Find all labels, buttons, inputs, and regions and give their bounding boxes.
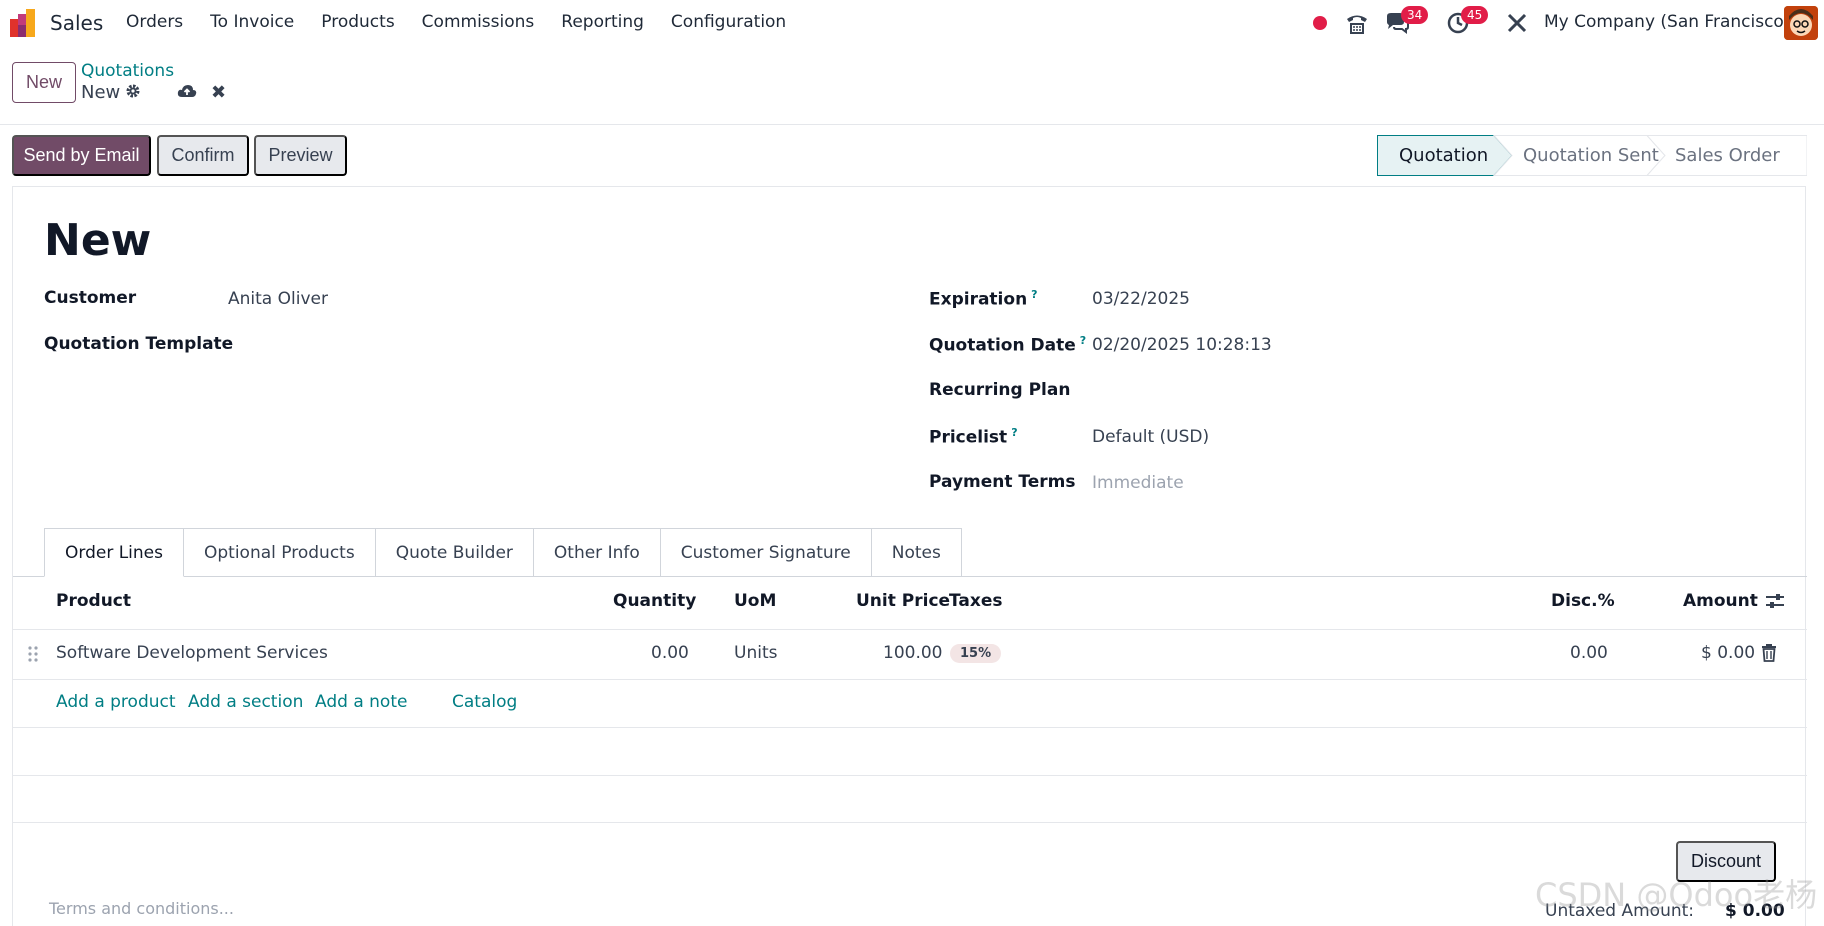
tab-other-info[interactable]: Other Info <box>533 528 661 577</box>
recording-dot-icon[interactable] <box>1312 10 1328 36</box>
menu-reporting[interactable]: Reporting <box>561 12 644 32</box>
tab-order-lines[interactable]: Order Lines <box>44 528 184 577</box>
trash-icon[interactable] <box>1761 644 1777 667</box>
tab-quote-builder[interactable]: Quote Builder <box>375 528 534 577</box>
record-title: New <box>44 215 152 266</box>
phone-icon[interactable] <box>1345 10 1369 36</box>
empty-row <box>13 775 1807 823</box>
add-product-link[interactable]: Add a product <box>56 692 176 712</box>
expiration-field[interactable]: 03/22/2025 <box>1092 289 1190 309</box>
empty-row <box>13 727 1807 775</box>
customer-field[interactable]: Anita Oliver <box>228 289 328 309</box>
activities-clock-icon[interactable]: 45 <box>1447 6 1489 36</box>
messages-badge: 34 <box>1401 6 1429 24</box>
catalog-link[interactable]: Catalog <box>452 692 517 712</box>
menu-commissions[interactable]: Commissions <box>422 12 535 32</box>
pricelist-field[interactable]: Default (USD) <box>1092 427 1209 447</box>
column-product[interactable]: Product <box>56 591 131 611</box>
add-line-row: Add a product Add a section Add a note C… <box>13 679 1807 727</box>
send-by-email-button[interactable]: Send by Email <box>12 135 151 176</box>
main-menu: Orders To Invoice Products Commissions R… <box>126 12 813 32</box>
column-unit-price[interactable]: Unit Price <box>856 591 950 611</box>
form-sheet: New Customer Anita Oliver Quotation Temp… <box>12 186 1807 926</box>
breadcrumb-current: New <box>81 82 121 103</box>
tab-customer-signature[interactable]: Customer Signature <box>660 528 872 577</box>
table-row[interactable]: Software Development Services 0.00 Units… <box>13 629 1807 679</box>
top-navbar: Sales Orders To Invoice Products Commiss… <box>0 0 1824 45</box>
menu-orders[interactable]: Orders <box>126 12 183 32</box>
menu-products[interactable]: Products <box>321 12 394 32</box>
line-product[interactable]: Software Development Services <box>56 643 328 663</box>
payment-terms-field[interactable]: Immediate <box>1092 473 1184 493</box>
column-quantity[interactable]: Quantity <box>613 591 696 611</box>
line-uom[interactable]: Units <box>734 643 777 663</box>
company-switcher[interactable]: My Company (San Francisco) <box>1544 12 1790 32</box>
add-note-link[interactable]: Add a note <box>315 692 407 712</box>
column-disc[interactable]: Disc.% <box>1551 591 1615 611</box>
customer-label: Customer <box>44 288 137 308</box>
activities-badge: 45 <box>1461 6 1489 24</box>
pricelist-label: Pricelist? <box>929 426 1018 448</box>
recurring-plan-field[interactable] <box>1092 380 1492 402</box>
menu-to-invoice[interactable]: To Invoice <box>210 12 294 32</box>
breadcrumb-quotations[interactable]: Quotations <box>81 61 174 81</box>
optional-columns-icon[interactable] <box>1765 592 1785 615</box>
preview-button[interactable]: Preview <box>254 135 347 176</box>
help-icon[interactable]: ? <box>1080 334 1086 347</box>
app-name[interactable]: Sales <box>50 11 103 35</box>
notebook-tabs: Order Lines Optional Products Quote Buil… <box>44 528 962 577</box>
line-disc[interactable]: 0.00 <box>1570 643 1608 663</box>
status-bar: Send by Email Confirm Preview Quotation … <box>0 125 1824 186</box>
stage-sales-order[interactable]: Sales Order <box>1675 135 1780 176</box>
tools-icon[interactable] <box>1507 10 1527 36</box>
help-icon[interactable]: ? <box>1031 288 1037 301</box>
control-panel: New Quotations New ✖ <box>0 45 1824 125</box>
line-unit-price[interactable]: 100.00 <box>883 643 942 663</box>
column-uom[interactable]: UoM <box>734 591 776 611</box>
add-section-link[interactable]: Add a section <box>188 692 303 712</box>
tab-notes[interactable]: Notes <box>871 528 962 577</box>
stage-quotation[interactable]: Quotation <box>1399 135 1488 176</box>
stage-quotation-sent[interactable]: Quotation Sent <box>1523 135 1659 176</box>
payment-terms-label: Payment Terms <box>929 472 1076 492</box>
menu-configuration[interactable]: Configuration <box>671 12 786 32</box>
line-amount: $ 0.00 <box>1701 643 1756 663</box>
line-quantity[interactable]: 0.00 <box>651 643 689 663</box>
expiration-label: Expiration? <box>929 288 1038 310</box>
column-amount[interactable]: Amount <box>1683 591 1758 611</box>
messages-icon[interactable]: 34 <box>1385 6 1429 36</box>
line-tax-badge[interactable]: 15% <box>950 644 1002 663</box>
column-taxes[interactable]: Taxes <box>949 591 1003 611</box>
help-icon[interactable]: ? <box>1011 426 1017 439</box>
new-button[interactable]: New <box>12 62 76 103</box>
save-cloud-icon[interactable] <box>177 83 197 104</box>
tab-optional-products[interactable]: Optional Products <box>184 528 376 577</box>
quotation-date-field[interactable]: 02/20/2025 10:28:13 <box>1092 335 1272 355</box>
sales-app-icon[interactable] <box>10 9 40 37</box>
confirm-button[interactable]: Confirm <box>157 135 249 176</box>
terms-and-conditions-field[interactable]: Terms and conditions... <box>49 899 234 918</box>
stage-pipeline: Quotation Quotation Sent Sales Order <box>1377 135 1807 176</box>
gear-icon[interactable] <box>125 83 141 104</box>
quotation-template-label: Quotation Template <box>44 334 234 354</box>
user-avatar[interactable] <box>1784 6 1818 40</box>
watermark: CSDN @Odoo老杨 <box>1535 876 1818 914</box>
quotation-template-field[interactable] <box>228 334 628 356</box>
drag-handle-icon[interactable] <box>27 645 39 668</box>
recurring-plan-label: Recurring Plan <box>929 380 1071 400</box>
quotation-date-label: Quotation Date? <box>929 334 1087 356</box>
discard-icon[interactable]: ✖ <box>211 82 226 103</box>
